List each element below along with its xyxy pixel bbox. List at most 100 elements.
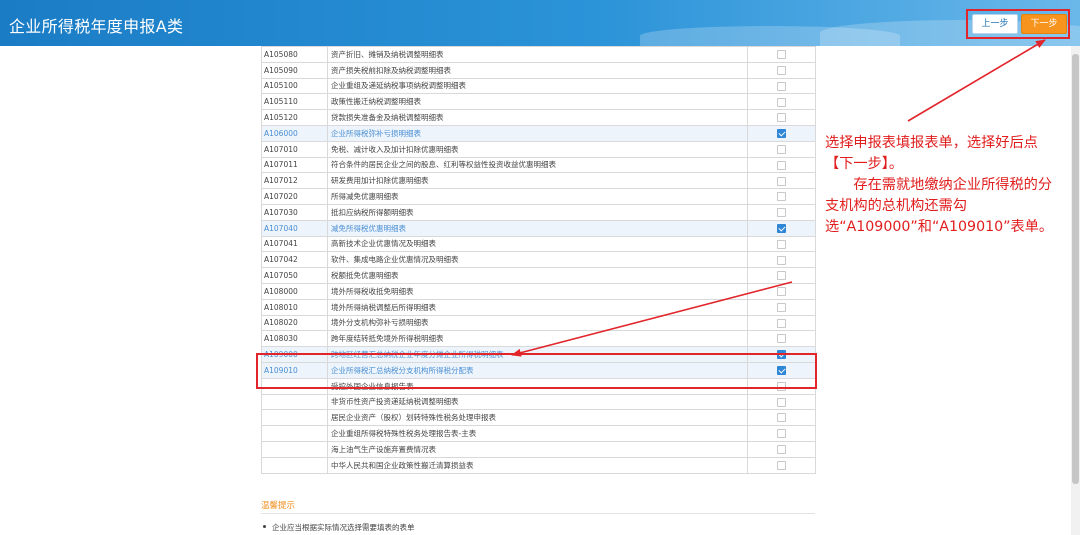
form-name: 资产折旧、摊销及纳税调整明细表 (327, 46, 748, 63)
table-row[interactable]: A107030 抵扣应纳税所得额明细表 (261, 203, 816, 221)
form-name: 中华人民共和国企业政策性搬迁清算损益表 (327, 456, 748, 474)
checkbox-cell (747, 172, 816, 190)
form-checkbox[interactable] (777, 445, 786, 455)
table-row[interactable]: A108030 跨年度结转抵免境外所得税明细表 (261, 330, 816, 348)
form-checkbox[interactable] (777, 460, 786, 470)
form-checkbox[interactable] (777, 413, 786, 423)
form-checkbox[interactable] (777, 50, 786, 60)
form-name: 非货币性资产投资递延纳税调整明细表 (327, 393, 748, 411)
form-checkbox[interactable] (777, 129, 786, 139)
table-row[interactable]: A105080 资产折旧、摊销及纳税调整明细表 (261, 46, 816, 63)
table-row[interactable]: A107010 免税、减计收入及加计扣除优惠明细表 (261, 140, 816, 158)
form-name: 居民企业资产（股权）划转特殊性税务处理申报表 (327, 409, 748, 427)
form-checkbox[interactable] (777, 397, 786, 407)
rows-highlight-box (256, 353, 817, 389)
table-row[interactable]: A105120 贷款损失准备金及纳税调整明细表 (261, 109, 816, 126)
annotation-note: 选择申报表填报表单，选择好后点【下一步】。 存在需就地缴纳企业所得税的分支机构的… (825, 133, 1065, 238)
checkbox-cell (747, 330, 816, 348)
form-code (261, 425, 328, 442)
form-checkbox[interactable] (777, 65, 786, 75)
checkbox-cell (747, 393, 816, 411)
form-checkbox[interactable] (777, 223, 786, 233)
table-row[interactable]: A107012 研发费用加计扣除优惠明细表 (261, 172, 816, 190)
header-bar: 企业所得税年度申报A类 (0, 0, 1080, 46)
table-row[interactable]: 海上油气生产设施弃置费情况表 (261, 440, 816, 458)
form-name: 符合条件的居民企业之间的股息、红利等权益性投资收益优惠明细表 (327, 156, 748, 174)
form-checkbox[interactable] (777, 318, 786, 328)
form-checkbox[interactable] (777, 255, 786, 265)
next-step-button[interactable]: 下一步 (1021, 14, 1067, 34)
checkbox-cell (747, 235, 816, 253)
table-row[interactable]: A108010 境外所得纳税调整后所得明细表 (261, 298, 816, 316)
form-name: 高新技术企业优惠情况及明细表 (327, 235, 748, 253)
form-checkbox[interactable] (777, 144, 786, 154)
checkbox-cell (747, 282, 816, 300)
form-name: 企业所得税弥补亏损明细表 (327, 124, 748, 142)
table-row[interactable]: A107020 所得减免优惠明细表 (261, 188, 816, 205)
form-name: 抵扣应纳税所得额明细表 (327, 203, 748, 221)
form-code: A105080 (261, 46, 328, 63)
checkbox-cell (747, 409, 816, 427)
form-name: 减免所得税优惠明细表 (327, 219, 748, 237)
form-list: A105080 资产折旧、摊销及纳税调整明细表 A105090 资产损失税前扣除及纳税… (261, 46, 816, 474)
form-table: A105080 资产折旧、摊销及纳税调整明细表 A105090 资产损失税前扣除及纳税… (261, 46, 816, 474)
table-row[interactable]: 居民企业资产（股权）划转特殊性税务处理申报表 (261, 409, 816, 427)
form-code: A107010 (261, 140, 328, 158)
scrollbar-thumb[interactable] (1072, 54, 1079, 484)
form-code: A105120 (261, 109, 328, 126)
form-checkbox[interactable] (777, 113, 786, 123)
form-checkbox[interactable] (777, 81, 786, 91)
table-row[interactable]: A107040 减免所得税优惠明细表 (261, 219, 816, 237)
table-row[interactable]: A107050 税额抵免优惠明细表 (261, 267, 816, 284)
form-checkbox[interactable] (777, 239, 786, 249)
prev-step-button[interactable]: 上一步 (972, 14, 1018, 34)
table-row[interactable]: 中华人民共和国企业政策性搬迁清算损益表 (261, 456, 816, 474)
tips-text: 企业应当根据实际情况选择需要填表的表单 (272, 523, 415, 532)
tips-title: 温馨提示 (261, 501, 296, 511)
form-code: A107020 (261, 188, 328, 205)
form-checkbox[interactable] (777, 160, 786, 170)
form-checkbox[interactable] (777, 429, 786, 439)
form-checkbox[interactable] (777, 208, 786, 218)
form-name: 贷款损失准备金及纳税调整明细表 (327, 109, 748, 126)
form-checkbox[interactable] (777, 302, 786, 312)
table-row[interactable]: A107011 符合条件的居民企业之间的股息、红利等权益性投资收益优惠明细表 (261, 156, 816, 174)
table-row[interactable]: A105090 资产损失税前扣除及纳税调整明细表 (261, 61, 816, 79)
annotation-line-2: 存在需就地缴纳企业所得税的分支机构的总机构还需勾选“A109000”和“A109… (825, 177, 1054, 235)
form-checkbox[interactable] (777, 334, 786, 344)
form-name: 境外所得税收抵免明细表 (327, 282, 748, 300)
page-title: 企业所得税年度申报A类 (9, 17, 184, 36)
form-checkbox[interactable] (777, 192, 786, 202)
form-code: A107012 (261, 172, 328, 190)
checkbox-cell (747, 188, 816, 205)
page-scrollbar[interactable] (1071, 46, 1080, 535)
form-code: A105100 (261, 77, 328, 95)
form-name: 企业重组及递延纳税事项纳税调整明细表 (327, 77, 748, 95)
form-code (261, 409, 328, 427)
checkbox-cell (747, 124, 816, 142)
table-row[interactable]: A107041 高新技术企业优惠情况及明细表 (261, 235, 816, 253)
form-checkbox[interactable] (777, 287, 786, 297)
checkbox-cell (747, 456, 816, 474)
table-row[interactable]: A106000 企业所得税弥补亏损明细表 (261, 124, 816, 142)
table-row[interactable]: A105100 企业重组及递延纳税事项纳税调整明细表 (261, 77, 816, 95)
form-checkbox[interactable] (777, 176, 786, 186)
table-row[interactable]: 非货币性资产投资递延纳税调整明细表 (261, 393, 816, 411)
table-row[interactable]: A105110 政策性搬迁纳税调整明细表 (261, 93, 816, 111)
form-code (261, 393, 328, 411)
table-row[interactable]: 企业重组所得税特殊性税务处理报告表-主表 (261, 425, 816, 442)
form-code: A107011 (261, 156, 328, 174)
form-code: A107042 (261, 251, 328, 269)
form-checkbox[interactable] (777, 97, 786, 107)
form-checkbox[interactable] (777, 271, 786, 281)
checkbox-cell (747, 267, 816, 284)
form-code: A105110 (261, 93, 328, 111)
form-code: A107030 (261, 203, 328, 221)
table-row[interactable]: A108000 境外所得税收抵免明细表 (261, 282, 816, 300)
form-name: 境外所得纳税调整后所得明细表 (327, 298, 748, 316)
form-code: A108030 (261, 330, 328, 348)
form-name: 免税、减计收入及加计扣除优惠明细表 (327, 140, 748, 158)
table-row[interactable]: A107042 软件、集成电路企业优惠情况及明细表 (261, 251, 816, 269)
table-row[interactable]: A108020 境外分支机构弥补亏损明细表 (261, 314, 816, 332)
form-name: 跨年度结转抵免境外所得税明细表 (327, 330, 748, 348)
